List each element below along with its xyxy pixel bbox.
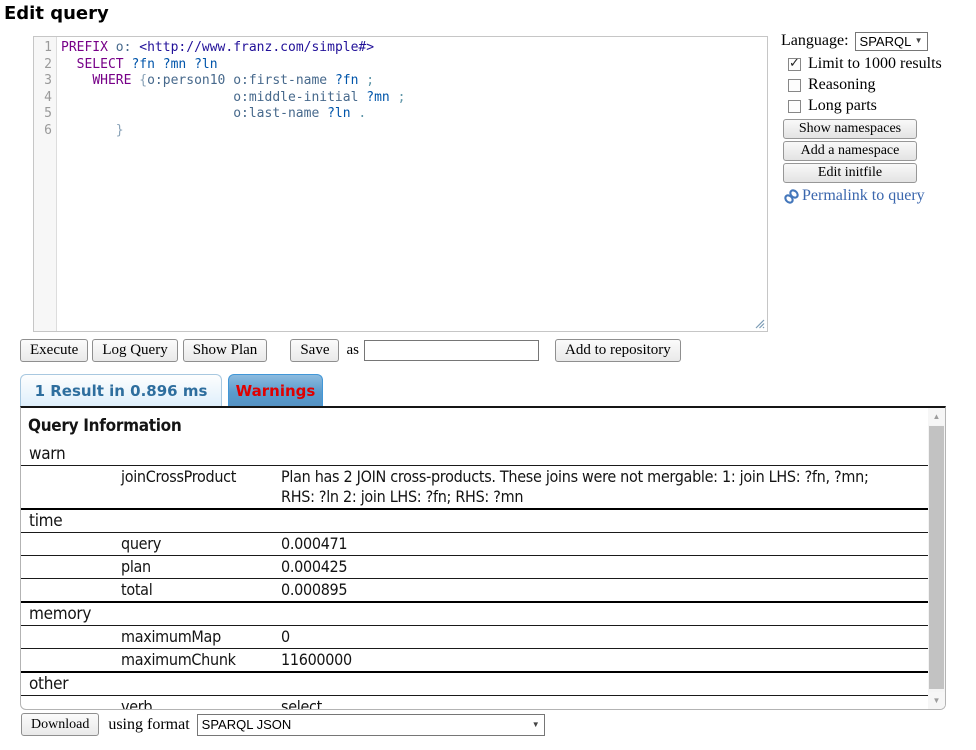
metric-key: verb: [121, 697, 281, 709]
tab-warnings[interactable]: Warnings: [228, 374, 323, 406]
table-row: joinCrossProductPlan has 2 JOIN cross-pr…: [21, 465, 928, 508]
link-icon: [783, 188, 800, 205]
using-format-label: using format: [108, 716, 189, 734]
language-row: Language: SPARQL ▼: [781, 31, 973, 51]
show-namespaces-button[interactable]: Show namespaces: [783, 119, 917, 139]
download-button[interactable]: Download: [21, 713, 99, 736]
checkbox-reasoning[interactable]: Reasoning: [788, 77, 973, 93]
options-buttons: Show namespacesAdd a namespaceEdit initf…: [781, 119, 973, 183]
scrollbar-thumb[interactable]: [929, 426, 944, 689]
add-to-repository-button[interactable]: Add to repository: [555, 339, 681, 362]
table-row: plan0.000425: [21, 555, 928, 578]
chevron-down-icon: ▼: [915, 37, 923, 45]
options-checkboxes: ✓ Limit to 1000 results Reasoning Long part…: [781, 56, 973, 114]
section-header-time: time: [21, 508, 928, 532]
language-select-value: SPARQL: [860, 34, 912, 49]
line-number: 2: [34, 57, 52, 74]
query-information-panel: Query Information warnjoinCrossProductPl…: [20, 406, 946, 710]
line-number: 4: [34, 90, 52, 107]
format-select-value: SPARQL JSON: [202, 717, 292, 732]
metric-value: 0: [281, 627, 928, 647]
code-line: }: [61, 123, 767, 140]
permalink-to-query-link[interactable]: Permalink to query: [783, 187, 973, 205]
metric-key: maximumChunk: [121, 650, 281, 670]
table-row: verbselect: [21, 695, 928, 709]
language-select[interactable]: SPARQL ▼: [855, 32, 928, 51]
panel-scrollbar[interactable]: ▲ ▼: [928, 408, 945, 709]
checkbox-box[interactable]: ✓: [788, 58, 801, 71]
code-line: PREFIX o: <http://www.franz.com/simple#>: [61, 40, 767, 57]
permalink-label: Permalink to query: [802, 187, 925, 205]
line-number: 3: [34, 73, 52, 90]
query-info-table: warnjoinCrossProductPlan has 2 JOIN cros…: [21, 443, 928, 709]
format-select[interactable]: SPARQL JSON ▼: [197, 714, 545, 736]
metric-value: 11600000: [281, 650, 928, 670]
scroll-up-icon[interactable]: ▲: [928, 408, 945, 425]
metric-value: select: [281, 697, 928, 709]
editor-resize-grip[interactable]: [753, 317, 765, 329]
table-row: query0.000471: [21, 532, 928, 555]
show-plan-button[interactable]: Show Plan: [183, 339, 268, 362]
checkbox-label: Limit to 1000 results: [808, 55, 942, 73]
tab-results[interactable]: 1 Result in 0.896 ms: [20, 374, 222, 406]
code-line: o:middle-initial ?mn ;: [61, 90, 767, 107]
checkbox-limit-to-1000-results[interactable]: ✓ Limit to 1000 results: [788, 56, 973, 72]
metric-key: total: [121, 580, 281, 600]
table-row: maximumMap0: [21, 625, 928, 648]
save-as-label: as: [346, 342, 359, 359]
metric-value: Plan has 2 JOIN cross-products. These jo…: [281, 467, 928, 507]
editor-code[interactable]: PREFIX o: <http://www.franz.com/simple#>…: [57, 37, 767, 331]
code-line: WHERE {o:person10 o:first-name ?fn ;: [61, 73, 767, 90]
code-line: SELECT ?fn ?mn ?ln: [61, 57, 767, 74]
code-line: o:last-name ?ln .: [61, 106, 767, 123]
add-a-namespace-button[interactable]: Add a namespace: [783, 141, 917, 161]
line-number: 1: [34, 40, 52, 57]
line-number: 5: [34, 106, 52, 123]
table-row: total0.000895: [21, 578, 928, 601]
metric-key: plan: [121, 557, 281, 577]
query-options-panel: Language: SPARQL ▼ ✓ Limit to 1000 result…: [781, 31, 973, 205]
line-number: 6: [34, 123, 52, 140]
edit-initfile-button[interactable]: Edit initfile: [783, 163, 917, 183]
results-tab-bar: 1 Result in 0.896 ms Warnings: [20, 374, 323, 406]
table-row: maximumChunk11600000: [21, 648, 928, 671]
language-label: Language:: [781, 32, 849, 50]
checkbox-label: Reasoning: [808, 76, 876, 94]
page-title: Edit query: [4, 3, 109, 24]
checkbox-label: Long parts: [808, 97, 877, 115]
checkbox-box[interactable]: [788, 79, 801, 92]
metric-key: joinCrossProduct: [121, 467, 281, 507]
scroll-down-icon[interactable]: ▼: [928, 692, 945, 709]
query-editor[interactable]: 123456 PREFIX o: <http://www.franz.com/s…: [33, 36, 768, 332]
query-information-heading: Query Information: [28, 416, 928, 436]
download-bar: Download using format SPARQL JSON ▼: [21, 713, 545, 736]
metric-key: maximumMap: [121, 627, 281, 647]
save-button[interactable]: Save: [290, 339, 339, 362]
metric-value: 0.000425: [281, 557, 928, 577]
checkbox-box[interactable]: [788, 100, 801, 113]
section-header-warn: warn: [21, 443, 928, 465]
check-icon: ✓: [789, 56, 800, 71]
section-header-other: other: [21, 671, 928, 695]
editor-line-numbers: 123456: [34, 37, 57, 331]
checkbox-long-parts[interactable]: Long parts: [788, 98, 973, 114]
metric-value: 0.000895: [281, 580, 928, 600]
metric-key: query: [121, 534, 281, 554]
save-name-input[interactable]: [364, 340, 539, 361]
execute-button[interactable]: Execute: [20, 339, 88, 362]
metric-value: 0.000471: [281, 534, 928, 554]
query-information-content: Query Information warnjoinCrossProductPl…: [21, 408, 928, 709]
chevron-down-icon: ▼: [532, 721, 540, 729]
section-header-memory: memory: [21, 601, 928, 625]
resize-grip-icon: [753, 317, 765, 329]
query-toolbar: Execute Log Query Show Plan Save as Add …: [20, 337, 681, 363]
log-query-button[interactable]: Log Query: [92, 339, 177, 362]
